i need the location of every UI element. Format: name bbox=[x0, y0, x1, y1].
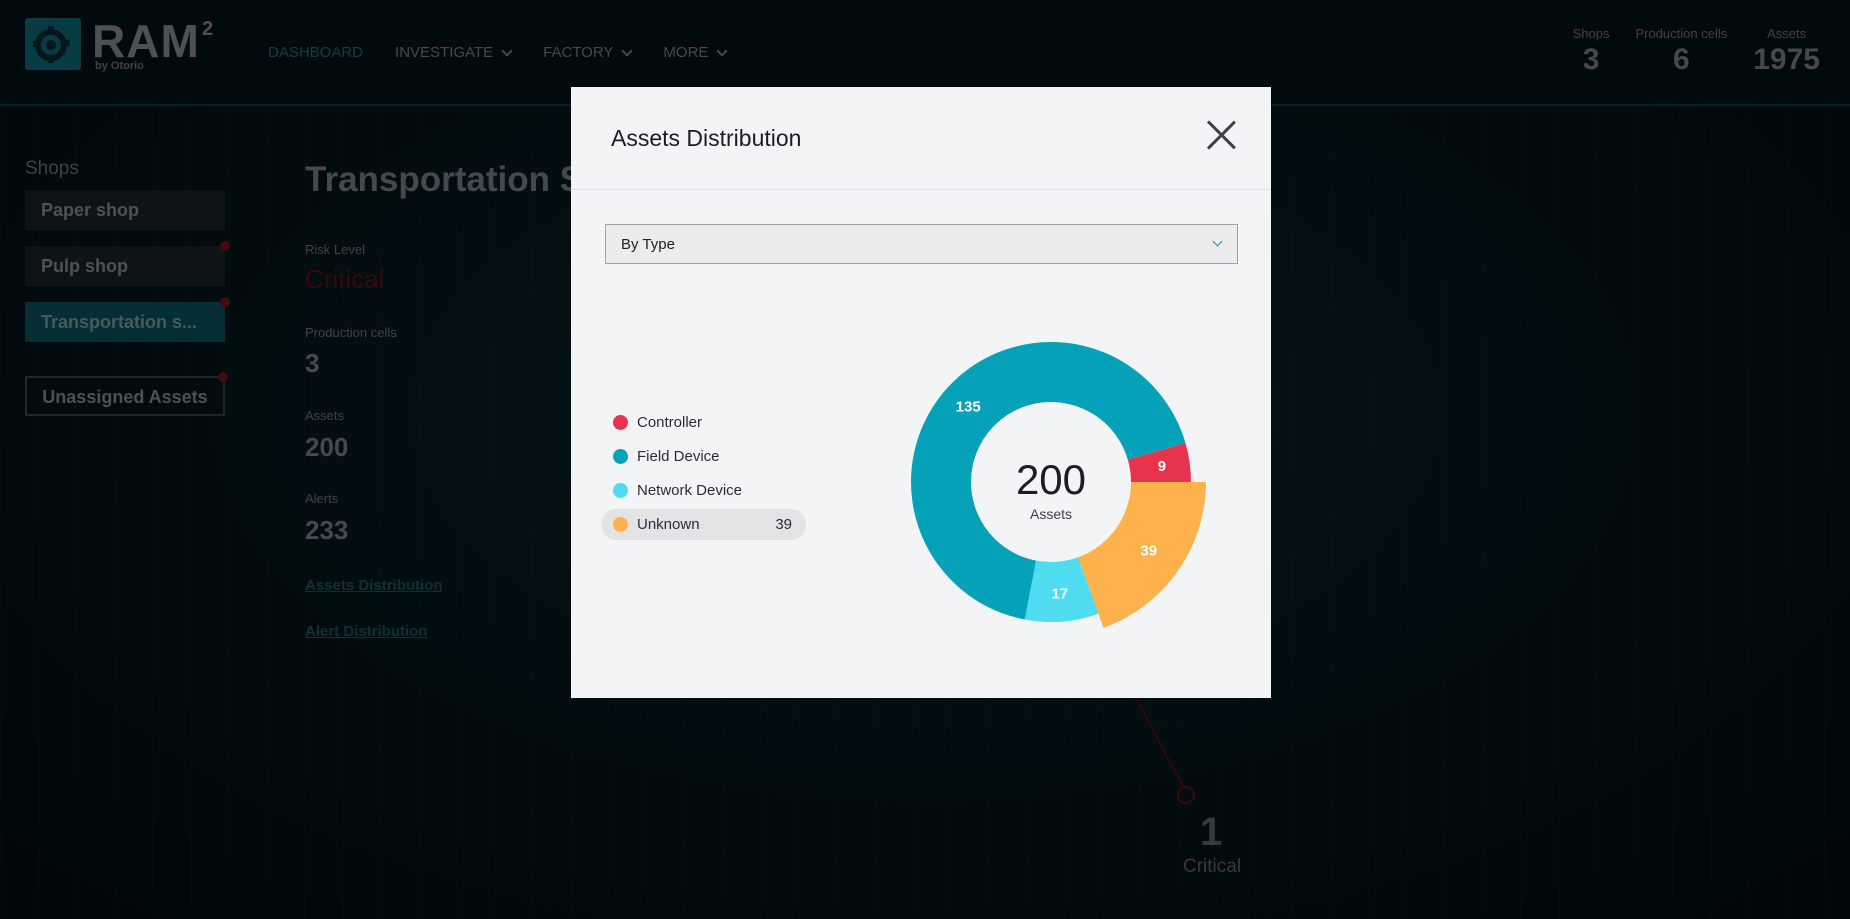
legend-label: Controller bbox=[637, 414, 703, 431]
legend-item-unknown[interactable]: Unknown 39 bbox=[601, 509, 806, 540]
legend-swatch bbox=[613, 517, 628, 532]
legend-item-controller[interactable]: Controller bbox=[601, 407, 806, 438]
close-icon[interactable] bbox=[1205, 119, 1237, 151]
donut-slice-value-label: 135 bbox=[956, 399, 981, 416]
donut-slice-value-label: 9 bbox=[1158, 458, 1166, 475]
donut-center-value: 200 bbox=[1016, 456, 1086, 503]
select-value: By Type bbox=[621, 236, 675, 253]
legend-item-network-device[interactable]: Network Device bbox=[601, 475, 806, 506]
legend-label: Network Device bbox=[637, 482, 743, 499]
modal-header: Assets Distribution bbox=[571, 87, 1271, 190]
legend-swatch bbox=[613, 415, 628, 430]
distribution-type-select[interactable]: By Type bbox=[605, 224, 1238, 264]
legend-swatch bbox=[613, 483, 628, 498]
modal-title: Assets Distribution bbox=[611, 125, 802, 151]
chevron-down-icon bbox=[1212, 236, 1223, 247]
assets-donut-chart: 9 39 17 135 200 Assets bbox=[911, 342, 1207, 628]
donut-center-label: Assets bbox=[1030, 506, 1072, 522]
legend-swatch bbox=[613, 449, 628, 464]
assets-distribution-modal: Assets Distribution By Type Controller F… bbox=[571, 87, 1271, 698]
donut-slice-value-label: 39 bbox=[1140, 543, 1157, 560]
chart-legend: Controller Field Device Network Device U… bbox=[601, 407, 806, 543]
legend-label: Unknown bbox=[637, 516, 700, 533]
legend-item-field-device[interactable]: Field Device bbox=[601, 441, 806, 472]
legend-label: Field Device bbox=[637, 448, 720, 465]
legend-count: 39 bbox=[775, 516, 792, 533]
donut-slice-value-label: 17 bbox=[1051, 586, 1068, 603]
